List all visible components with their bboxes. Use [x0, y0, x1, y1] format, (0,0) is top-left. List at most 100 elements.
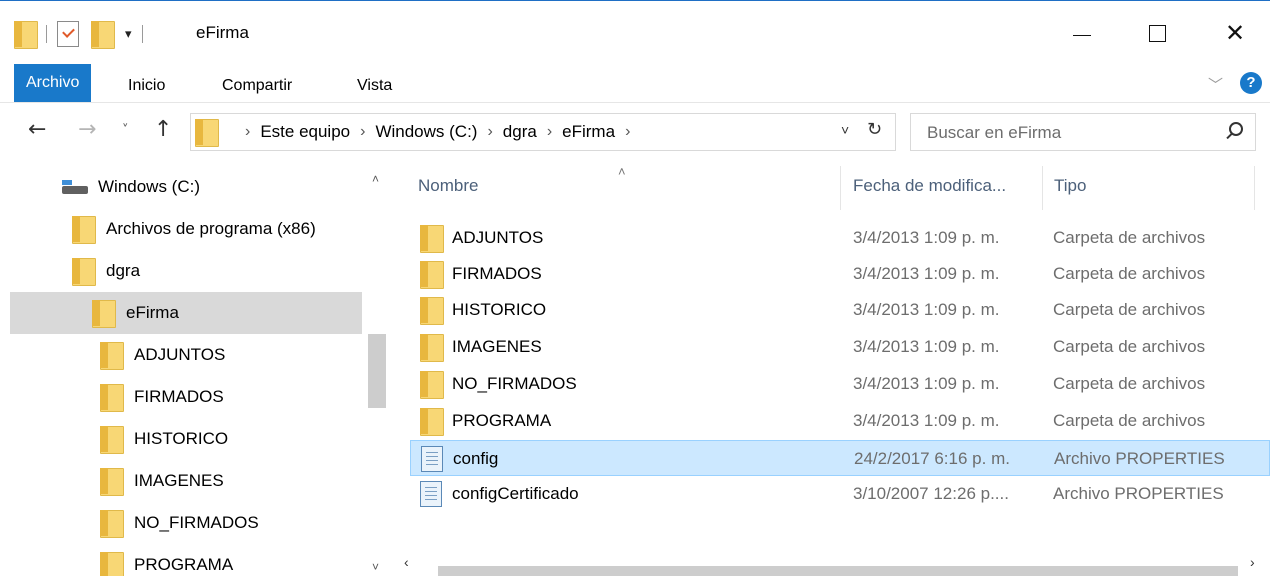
tab-inicio[interactable]: Inicio [128, 69, 165, 103]
folder-icon [100, 426, 124, 454]
scrollbar-thumb[interactable] [438, 566, 1238, 576]
tree-item-label: IMAGENES [134, 471, 224, 490]
scroll-right-icon[interactable]: › [1250, 554, 1255, 570]
column-divider[interactable] [840, 166, 841, 210]
tree-item-historico[interactable]: HISTORICO [100, 418, 362, 460]
tree-item-dgra[interactable]: dgra [72, 250, 362, 292]
quick-access-toolbar: ▾ [14, 19, 153, 49]
item-name: IMAGENES [452, 337, 542, 356]
navigation-scrollbar[interactable]: ˄ ˅ [364, 162, 390, 576]
tree-item-label: Archivos de programa (x86) [106, 219, 316, 238]
address-dropdown-icon[interactable]: ˅ [841, 122, 849, 138]
search-input[interactable]: Buscar en eFirma [910, 113, 1256, 151]
column-header-date[interactable]: Fecha de modifica... [853, 162, 1043, 210]
list-item[interactable]: FIRMADOS 3/4/2013 1:09 p. m. Carpeta de … [410, 256, 1270, 292]
list-item[interactable]: PROGRAMA 3/4/2013 1:09 p. m. Carpeta de … [410, 403, 1270, 439]
tree-item-windows-c[interactable]: Windows (C:) [62, 166, 352, 208]
item-date: 3/4/2013 1:09 p. m. [853, 300, 1000, 319]
breadcrumb-este-equipo[interactable]: Este equipo [260, 122, 350, 142]
item-name: configCertificado [452, 484, 579, 503]
tab-archivo[interactable]: Archivo [14, 64, 92, 102]
tree-item-adjuntos[interactable]: ADJUNTOS [100, 334, 362, 376]
properties-file-icon [421, 446, 443, 472]
item-type: Carpeta de archivos [1053, 228, 1206, 247]
folder-icon [100, 468, 124, 496]
tab-compartir[interactable]: Compartir [222, 69, 292, 103]
window-title: eFirma [196, 23, 249, 42]
folder-icon [420, 297, 444, 325]
breadcrumb-windows-c[interactable]: Windows (C:) [375, 122, 477, 142]
folder-icon [72, 216, 96, 244]
column-header-name[interactable]: Nombre [418, 162, 838, 210]
horizontal-scrollbar[interactable]: ‹ › [398, 554, 1270, 576]
forward-button[interactable]: → [78, 117, 96, 142]
item-type: Carpeta de archivos [1053, 337, 1206, 356]
maximize-button[interactable] [1130, 11, 1184, 55]
tree-item-firmados[interactable]: FIRMADOS [100, 376, 362, 418]
folder-icon [100, 342, 124, 370]
list-item[interactable]: ADJUNTOS 3/4/2013 1:09 p. m. Carpeta de … [410, 220, 1270, 256]
divider [141, 25, 143, 43]
tree-item-no-firmados[interactable]: NO_FIRMADOS [100, 502, 362, 544]
address-bar[interactable]: › Este equipo › Windows (C:) › dgra › eF… [190, 113, 896, 151]
folder-icon [72, 258, 96, 286]
scroll-left-icon[interactable]: ‹ [404, 554, 409, 570]
scrollbar-thumb[interactable] [368, 334, 386, 408]
item-name: FIRMADOS [452, 264, 542, 283]
list-item-selected[interactable]: config 24/2/2017 6:16 p. m. Archivo PROP… [410, 440, 1270, 476]
breadcrumb-separator[interactable]: › [625, 123, 630, 141]
expand-ribbon-chevron-icon[interactable]: ﹀ [1208, 74, 1223, 95]
minimize-icon [1073, 34, 1091, 36]
breadcrumb-separator[interactable]: › [487, 123, 492, 141]
tree-item-label: HISTORICO [134, 429, 229, 448]
back-button[interactable]: ← [28, 117, 46, 142]
folder-icon [420, 371, 444, 399]
tree-item-label: ADJUNTOS [134, 345, 226, 364]
close-button[interactable]: ✕ [1208, 11, 1262, 55]
folder-icon[interactable] [14, 21, 38, 49]
new-folder-icon[interactable] [91, 21, 115, 49]
list-item[interactable]: NO_FIRMADOS 3/4/2013 1:09 p. m. Carpeta … [410, 366, 1270, 402]
breadcrumb-dgra[interactable]: dgra [503, 122, 537, 142]
breadcrumb-separator[interactable]: › [245, 123, 250, 141]
help-icon[interactable]: ? [1240, 72, 1262, 94]
minimize-button[interactable] [1055, 11, 1109, 55]
tree-item-programa[interactable]: PROGRAMA [100, 544, 362, 576]
item-name: config [453, 449, 499, 468]
folder-icon [420, 334, 444, 362]
item-type: Carpeta de archivos [1053, 264, 1206, 283]
folder-icon [420, 225, 444, 253]
tree-item-imagenes[interactable]: IMAGENES [100, 460, 362, 502]
column-divider[interactable] [1042, 166, 1043, 210]
folder-icon [100, 510, 124, 538]
scroll-down-icon[interactable]: ˅ [372, 560, 379, 574]
column-divider[interactable] [1254, 166, 1255, 210]
customize-qat-dropdown[interactable]: ▾ [125, 26, 132, 42]
recent-locations-button[interactable]: ˅ [122, 123, 129, 138]
divider [46, 25, 47, 43]
title-bar: ▾ eFirma ✕ [0, 0, 1270, 62]
scroll-up-icon[interactable]: ˄ [372, 172, 379, 186]
list-item[interactable]: IMAGENES 3/4/2013 1:09 p. m. Carpeta de … [410, 329, 1270, 365]
list-item[interactable]: configCertificado 3/10/2007 12:26 p.... … [410, 476, 1270, 512]
up-button[interactable]: ↑ [154, 117, 172, 142]
breadcrumb-efirma[interactable]: eFirma [562, 122, 615, 142]
search-placeholder: Buscar en eFirma [927, 123, 1062, 142]
drive-icon [62, 180, 88, 194]
tree-item-label: dgra [106, 261, 141, 280]
breadcrumb-separator[interactable]: › [547, 123, 552, 141]
tree-item-efirma[interactable]: eFirma [10, 292, 362, 334]
breadcrumb-separator[interactable]: › [360, 123, 365, 141]
breadcrumb: › Este equipo › Windows (C:) › dgra › eF… [235, 114, 640, 150]
properties-icon[interactable] [57, 21, 79, 47]
item-type: Archivo PROPERTIES [1053, 484, 1224, 503]
tab-vista[interactable]: Vista [357, 69, 392, 103]
tree-item-label: FIRMADOS [134, 387, 224, 406]
list-item[interactable]: HISTORICO 3/4/2013 1:09 p. m. Carpeta de… [410, 292, 1270, 328]
refresh-icon[interactable]: ↻ [867, 119, 882, 140]
item-name: HISTORICO [452, 300, 547, 319]
item-date: 3/4/2013 1:09 p. m. [853, 374, 1000, 393]
tree-item-archivos-de-programa[interactable]: Archivos de programa (x86) [72, 208, 362, 250]
column-header-type[interactable]: Tipo [1054, 162, 1234, 210]
search-icon[interactable] [1225, 122, 1243, 138]
